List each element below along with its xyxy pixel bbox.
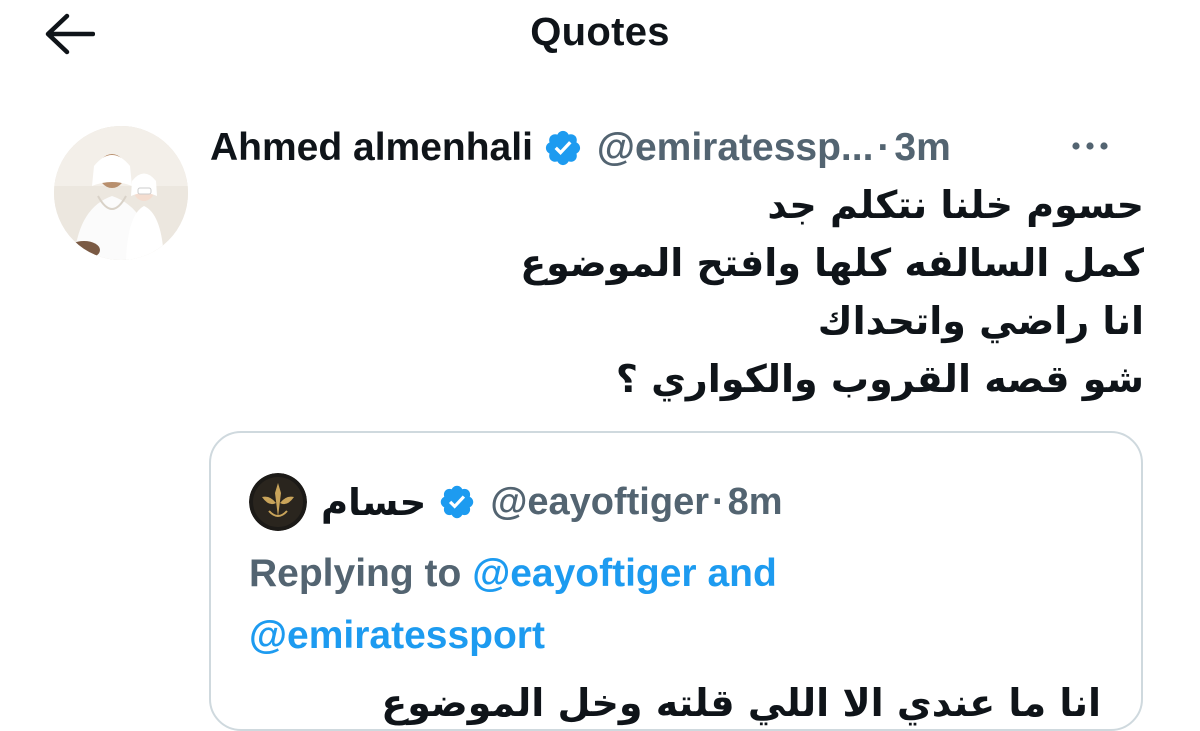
mention-link[interactable]: @eayoftiger xyxy=(472,552,696,595)
quoted-author-name[interactable]: حسام xyxy=(321,481,426,524)
timestamp[interactable]: 3m xyxy=(894,126,950,170)
tiger-logo-icon xyxy=(249,473,307,531)
avatar[interactable] xyxy=(54,126,188,260)
separator-dot: · xyxy=(712,480,725,523)
mention-link[interactable]: @emiratessport xyxy=(249,614,545,657)
more-button[interactable] xyxy=(1060,122,1120,170)
more-horizontal-icon xyxy=(1072,142,1108,150)
tweet-line: انا راضي واتحداك xyxy=(817,299,1144,343)
replying-to-line: Replying to @eayoftiger and @emiratesspo… xyxy=(249,543,1109,667)
tweet-line: كمل السالفه كلها وافتح الموضوع xyxy=(520,241,1144,285)
quoted-avatar xyxy=(249,473,307,531)
separator-dot: · xyxy=(877,126,891,169)
quoted-author-handle[interactable]: @eayoftiger xyxy=(490,481,709,524)
quoted-tweet-card[interactable]: حسام @eayoftiger · 8m Replying to @eayof… xyxy=(209,431,1143,731)
avatar-photo xyxy=(54,126,188,260)
mention-conjunction: and xyxy=(707,552,777,595)
quoted-tweet-text: انا ما عندي الا اللي قلته وخل الموضوع xyxy=(381,681,1101,725)
author-name[interactable]: Ahmed almenhali xyxy=(210,126,533,170)
top-bar: Quotes xyxy=(0,0,1200,70)
verified-badge-icon xyxy=(543,128,583,168)
quoted-timestamp[interactable]: 8m xyxy=(728,481,783,524)
verified-badge-icon xyxy=(438,483,476,521)
tweet-line: حسوم خلنا نتكلم جد xyxy=(767,183,1144,227)
author-handle[interactable]: @emiratessp... xyxy=(597,126,874,170)
quoted-tweet-header: حسام @eayoftiger · 8m xyxy=(249,473,783,531)
tweet-line: شو قصه القروب والكواري ؟ xyxy=(615,357,1144,401)
page-title: Quotes xyxy=(530,10,670,54)
tweet-header: Ahmed almenhali @emiratessp... · 3m xyxy=(210,120,1150,176)
replying-prefix: Replying to xyxy=(249,552,462,595)
tweet-text: حسوم خلنا نتكلم جد كمل السالفه كلها وافت… xyxy=(210,176,1144,408)
